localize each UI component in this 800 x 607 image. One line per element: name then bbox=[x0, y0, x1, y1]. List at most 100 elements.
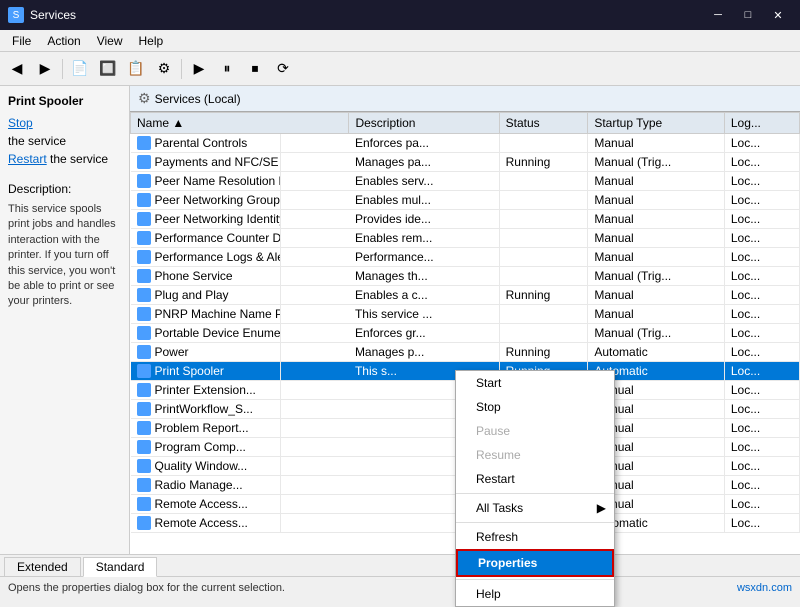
context-menu-item-all-tasks[interactable]: All Tasks bbox=[456, 496, 614, 520]
col-name[interactable]: Name ▲ bbox=[131, 113, 349, 134]
service-icon bbox=[137, 440, 151, 454]
browse-button[interactable]: 🔲 bbox=[95, 56, 121, 82]
context-menu-item-resume: Resume bbox=[456, 443, 614, 467]
menu-action[interactable]: Action bbox=[39, 32, 88, 50]
close-button[interactable]: ✕ bbox=[764, 5, 792, 25]
menu-view[interactable]: View bbox=[89, 32, 131, 50]
service-logon: Loc... bbox=[724, 362, 799, 381]
tab-extended[interactable]: Extended bbox=[4, 557, 81, 576]
context-menu-item-stop[interactable]: Stop bbox=[456, 395, 614, 419]
service-name: Program Comp... bbox=[155, 440, 246, 454]
context-menu: StartStopPauseResumeRestartAll TasksRefr… bbox=[455, 370, 615, 607]
service-startup: Manual bbox=[588, 134, 725, 153]
service-startup: Manual (Trig... bbox=[588, 324, 725, 343]
col-status[interactable]: Status bbox=[499, 113, 588, 134]
table-row[interactable]: Peer Networking Grouping Enables mul... … bbox=[131, 191, 800, 210]
menu-file[interactable]: File bbox=[4, 32, 39, 50]
service-icon bbox=[137, 174, 151, 188]
service-icon bbox=[137, 459, 151, 473]
table-row[interactable]: Parental Controls Enforces pa... Manual … bbox=[131, 134, 800, 153]
services-panel-title: Services (Local) bbox=[155, 92, 241, 106]
service-name: PNRP Machine Name Publi... bbox=[155, 307, 281, 321]
service-status bbox=[499, 324, 588, 343]
new-button[interactable]: 📋 bbox=[123, 56, 149, 82]
toolbar-sep-2 bbox=[181, 59, 182, 79]
service-status bbox=[499, 134, 588, 153]
context-menu-item-restart[interactable]: Restart bbox=[456, 467, 614, 491]
table-row[interactable]: Performance Counter DLL ... Enables rem.… bbox=[131, 229, 800, 248]
restart-suffix: the service bbox=[47, 152, 108, 166]
service-icon bbox=[137, 231, 151, 245]
service-desc: Enables serv... bbox=[349, 172, 499, 191]
restart-service-button[interactable]: ⟳ bbox=[270, 56, 296, 82]
pause-service-button[interactable]: ⏸ bbox=[214, 56, 240, 82]
context-menu-item-refresh[interactable]: Refresh bbox=[456, 525, 614, 549]
table-row[interactable]: Power Manages p... Running Automatic Loc… bbox=[131, 343, 800, 362]
service-name: Payments and NFC/SE Man... bbox=[155, 155, 281, 169]
service-name: Performance Counter DLL ... bbox=[155, 231, 281, 245]
service-startup: Manual bbox=[588, 229, 725, 248]
stop-service-button[interactable]: ⏹ bbox=[242, 56, 268, 82]
minimize-button[interactable]: ─ bbox=[704, 5, 732, 25]
table-row[interactable]: Payments and NFC/SE Man... Manages pa...… bbox=[131, 153, 800, 172]
table-row[interactable]: PNRP Machine Name Publi... This service … bbox=[131, 305, 800, 324]
service-desc: Performance... bbox=[349, 248, 499, 267]
toolbar-sep-1 bbox=[62, 59, 63, 79]
table-row[interactable]: Phone Service Manages th... Manual (Trig… bbox=[131, 267, 800, 286]
table-row[interactable]: Peer Name Resolution Prot... Enables ser… bbox=[131, 172, 800, 191]
service-status bbox=[499, 172, 588, 191]
table-row[interactable]: Portable Device Enumerator... Enforces g… bbox=[131, 324, 800, 343]
window-title: Services bbox=[30, 8, 704, 22]
restart-service-link[interactable]: Restart bbox=[8, 152, 47, 166]
service-name: Phone Service bbox=[155, 269, 233, 283]
service-logon: Loc... bbox=[724, 419, 799, 438]
service-startup: Manual bbox=[588, 305, 725, 324]
service-logon: Loc... bbox=[724, 248, 799, 267]
service-logon: Loc... bbox=[724, 229, 799, 248]
service-icon bbox=[137, 288, 151, 302]
properties-button[interactable]: ⚙ bbox=[151, 56, 177, 82]
service-startup: Manual bbox=[588, 191, 725, 210]
start-service-button[interactable]: ▶ bbox=[186, 56, 212, 82]
maximize-button[interactable]: □ bbox=[734, 5, 762, 25]
service-logon: Loc... bbox=[724, 324, 799, 343]
table-row[interactable]: Performance Logs & Alerts Performance...… bbox=[131, 248, 800, 267]
table-row[interactable]: Plug and Play Enables a c... Running Man… bbox=[131, 286, 800, 305]
col-desc[interactable]: Description bbox=[349, 113, 499, 134]
service-name: Radio Manage... bbox=[155, 478, 243, 492]
service-logon: Loc... bbox=[724, 210, 799, 229]
service-logon: Loc... bbox=[724, 400, 799, 419]
service-desc: Enforces gr... bbox=[349, 324, 499, 343]
context-menu-item-start[interactable]: Start bbox=[456, 371, 614, 395]
context-menu-item-help[interactable]: Help bbox=[456, 582, 614, 606]
service-icon bbox=[137, 497, 151, 511]
service-desc: This service ... bbox=[349, 305, 499, 324]
service-status bbox=[499, 229, 588, 248]
selected-service-name: Print Spooler bbox=[8, 94, 121, 108]
service-icon bbox=[137, 421, 151, 435]
service-startup: Manual bbox=[588, 286, 725, 305]
forward-button[interactable]: ▶ bbox=[32, 56, 58, 82]
service-name: Parental Controls bbox=[155, 136, 248, 150]
service-logon: Loc... bbox=[724, 495, 799, 514]
service-icon bbox=[137, 326, 151, 340]
show-hide-button[interactable]: 📄 bbox=[67, 56, 93, 82]
service-icon bbox=[137, 383, 151, 397]
col-startup[interactable]: Startup Type bbox=[588, 113, 725, 134]
menu-help[interactable]: Help bbox=[131, 32, 172, 50]
stop-service-link[interactable]: Stop bbox=[8, 116, 121, 130]
service-status bbox=[499, 267, 588, 286]
app-icon: S bbox=[8, 7, 24, 23]
service-startup: Manual bbox=[588, 210, 725, 229]
toolbar: ◀ ▶ 📄 🔲 📋 ⚙ ▶ ⏸ ⏹ ⟳ bbox=[0, 52, 800, 86]
table-row[interactable]: Peer Networking Identity M... Provides i… bbox=[131, 210, 800, 229]
service-icon bbox=[137, 193, 151, 207]
back-button[interactable]: ◀ bbox=[4, 56, 30, 82]
services-panel-icon: ⚙ bbox=[138, 90, 151, 107]
service-name: Quality Window... bbox=[155, 459, 248, 473]
service-desc: Enables rem... bbox=[349, 229, 499, 248]
col-logon[interactable]: Log... bbox=[724, 113, 799, 134]
context-menu-item-properties[interactable]: Properties bbox=[456, 549, 614, 577]
service-startup: Automatic bbox=[588, 343, 725, 362]
tab-standard[interactable]: Standard bbox=[83, 557, 158, 577]
